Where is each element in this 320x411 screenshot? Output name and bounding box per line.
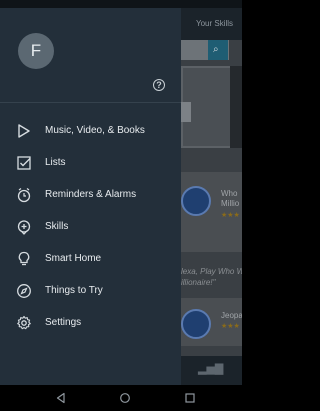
menu-item-label: Music, Video, & Books <box>45 125 145 136</box>
background-skill-title-2: Jeopa <box>221 311 242 320</box>
menu-item-things-to-try[interactable]: Things to Try <box>0 276 181 306</box>
menu-item-smart-home[interactable]: Smart Home <box>0 244 181 274</box>
system-navigation-bar <box>0 385 242 411</box>
alarm-clock-icon <box>16 187 32 203</box>
drawer-divider <box>0 102 181 103</box>
navigation-drawer: F ? Music, Video, & Books Lists Reminder… <box>0 8 181 385</box>
menu-item-label: Things to Try <box>45 285 103 296</box>
skill-logo-icon-2 <box>181 309 211 339</box>
menu-item-label: Reminders & Alarms <box>45 189 137 200</box>
menu-item-reminders-alarms[interactable]: Reminders & Alarms <box>0 180 181 210</box>
menu-item-label: Settings <box>45 317 82 328</box>
checkbox-icon <box>16 155 32 171</box>
home-icon <box>120 393 130 403</box>
back-button[interactable] <box>41 385 81 411</box>
menu-item-music-video-books[interactable]: Music, Video, & Books <box>0 116 181 146</box>
background-skill-stars-2: ★★★ <box>221 323 240 330</box>
gear-icon <box>16 315 32 331</box>
search-icon: ⌕ <box>213 44 219 55</box>
background-card-strip <box>181 102 191 122</box>
help-icon[interactable]: ? <box>153 79 165 91</box>
background-card-divider <box>230 66 242 148</box>
skills-icon <box>16 219 32 235</box>
screen: Your Skills ⌕ Who Millio ★★★ lexa, Play … <box>0 0 242 411</box>
menu-item-lists[interactable]: Lists <box>0 148 181 178</box>
menu-item-skills[interactable]: Skills <box>0 212 181 242</box>
background-skill-stars: ★★★ <box>221 212 240 219</box>
home-button[interactable] <box>105 385 145 411</box>
background-skill-quote: lexa, Play Who W <box>181 267 242 276</box>
avatar[interactable]: F <box>18 33 54 69</box>
lightbulb-icon <box>16 251 32 267</box>
skill-logo-icon <box>181 186 211 216</box>
menu-item-label: Smart Home <box>45 253 102 264</box>
background-skill-title-line2: Millio <box>221 199 240 208</box>
recents-icon <box>185 393 195 403</box>
menu-item-settings[interactable]: Settings <box>0 308 181 338</box>
back-icon <box>56 392 65 404</box>
menu-item-label: Skills <box>45 221 69 232</box>
compass-icon <box>16 283 32 299</box>
bar-chart-icon: ▂▅▇ <box>198 363 224 375</box>
background-header-title: Your Skills <box>196 19 234 28</box>
background-skill-title: Who <box>221 189 238 198</box>
menu-item-label: Lists <box>45 157 66 168</box>
play-icon <box>16 123 32 139</box>
recents-button[interactable] <box>170 385 210 411</box>
status-bar <box>0 0 242 8</box>
background-skill-quote-line2: illionaire!" <box>181 278 216 287</box>
